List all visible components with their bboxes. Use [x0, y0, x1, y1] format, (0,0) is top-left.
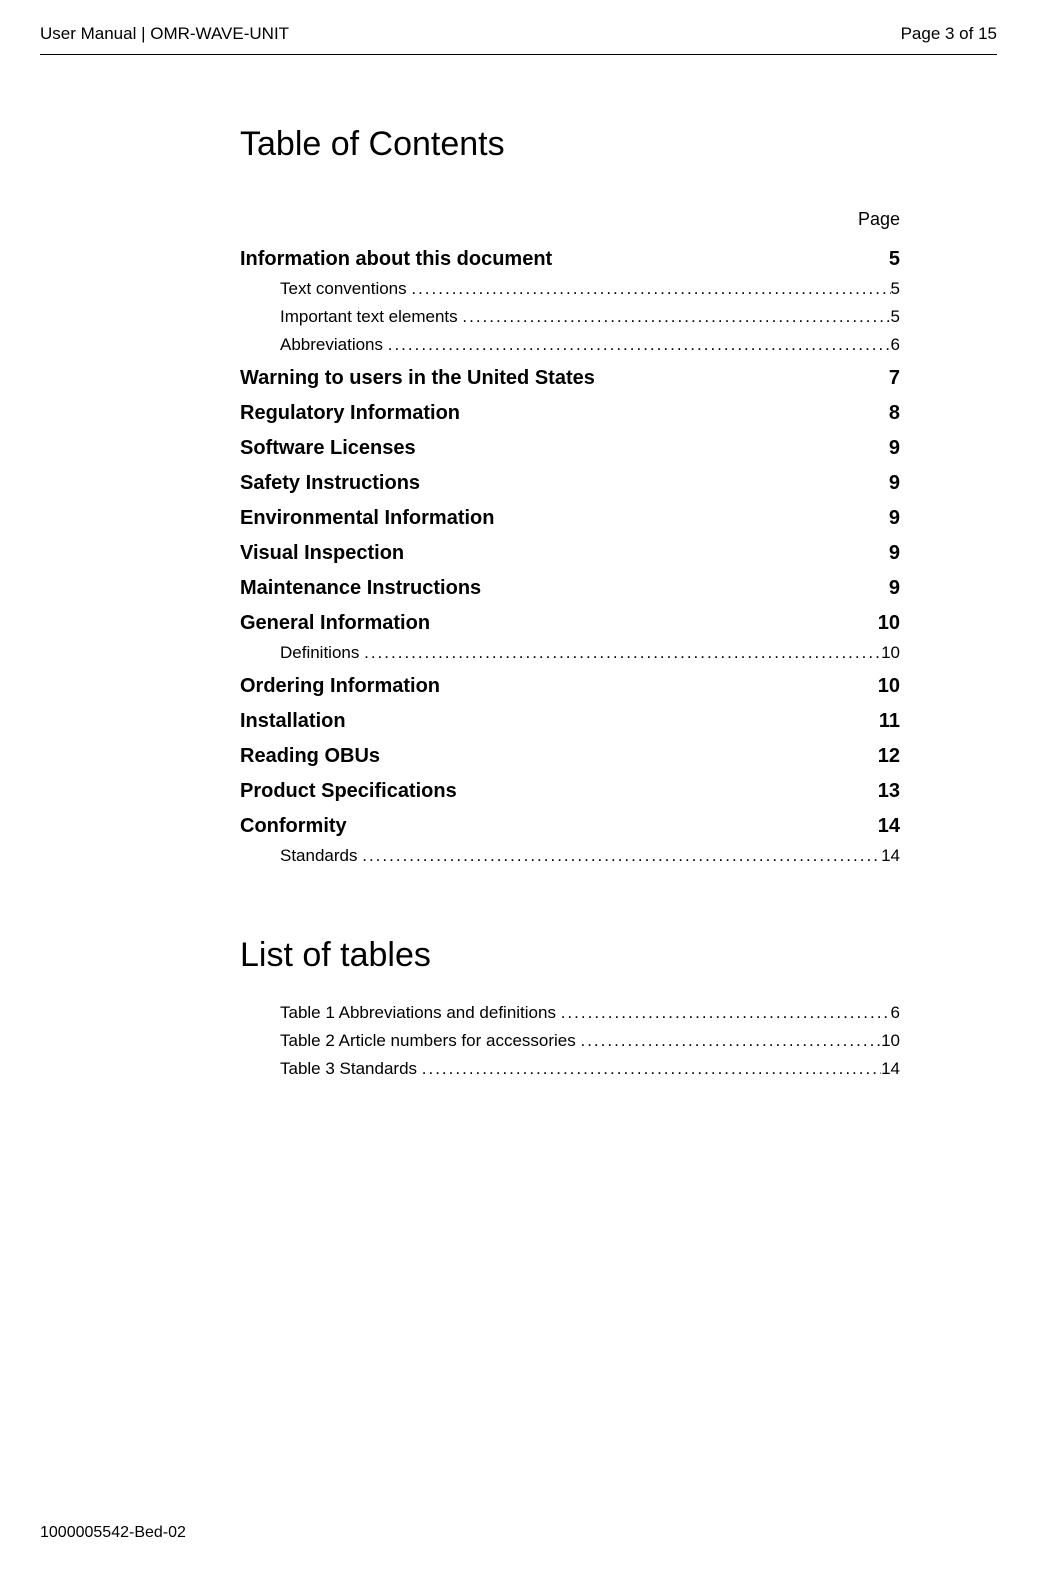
- toc-section[interactable]: Conformity 14: [240, 815, 900, 838]
- toc-section[interactable]: General Information 10: [240, 612, 900, 635]
- toc-section-page: 10: [878, 612, 900, 635]
- toc-section-page: 14: [878, 815, 900, 838]
- toc-sub-title: Standards: [280, 846, 362, 866]
- toc-sub-page: 5: [891, 279, 900, 299]
- toc-dots: [422, 1059, 881, 1079]
- toc-section-title: Reading OBUs: [240, 745, 380, 768]
- toc-body: Information about this document5Text con…: [240, 248, 900, 866]
- toc-section-title: Safety Instructions: [240, 472, 420, 495]
- toc-sub-title: Text conventions: [280, 279, 411, 299]
- toc-section-title: General Information: [240, 612, 430, 635]
- toc-sub-entry[interactable]: Text conventions 5: [280, 279, 900, 299]
- toc-page-label: Page: [240, 209, 900, 230]
- toc-sub-entry[interactable]: Abbreviations 6: [280, 335, 900, 355]
- toc-section[interactable]: Visual Inspection 9: [240, 542, 900, 565]
- toc-sub-page: 6: [891, 335, 900, 355]
- toc-sub-page: 5: [891, 307, 900, 327]
- toc-section-title: Warning to users in the United States: [240, 367, 595, 390]
- toc-section-title: Environmental Information: [240, 507, 494, 530]
- header-left: User Manual | OMR-WAVE-UNIT: [40, 24, 289, 44]
- page-footer: 1000005542-Bed-02: [40, 1524, 186, 1542]
- toc-section-title: Visual Inspection: [240, 542, 404, 565]
- toc-section-page: 8: [889, 402, 900, 425]
- toc-dots: [580, 1031, 881, 1051]
- toc-section[interactable]: Product Specifications 13: [240, 780, 900, 803]
- toc-title: Table of Contents: [240, 125, 900, 164]
- toc-section-title: Conformity: [240, 815, 347, 838]
- toc-section-page: 13: [878, 780, 900, 803]
- toc-section-page: 9: [889, 507, 900, 530]
- main-content: Table of Contents Page Information about…: [240, 125, 900, 1079]
- toc-sub-title: Abbreviations: [280, 335, 388, 355]
- toc-section[interactable]: Warning to users in the United States 7: [240, 367, 900, 390]
- toc-section-title: Ordering Information: [240, 675, 440, 698]
- toc-sub-title: Important text elements: [280, 307, 462, 327]
- toc-sub-entry[interactable]: Definitions 10: [280, 643, 900, 663]
- toc-section[interactable]: Software Licenses 9: [240, 437, 900, 460]
- toc-dots: [411, 279, 890, 299]
- list-of-tables-body: Table 1 Abbreviations and definitions 6T…: [240, 1003, 900, 1079]
- toc-section-page: 9: [889, 472, 900, 495]
- toc-section-page: 7: [889, 367, 900, 390]
- toc-section-title: Maintenance Instructions: [240, 577, 481, 600]
- lot-entry-title: Table 1 Abbreviations and definitions: [280, 1003, 561, 1023]
- toc-section-page: 5: [889, 248, 900, 271]
- toc-section[interactable]: Maintenance Instructions 9: [240, 577, 900, 600]
- list-of-tables-title: List of tables: [240, 936, 900, 975]
- lot-entry[interactable]: Table 1 Abbreviations and definitions 6: [280, 1003, 900, 1023]
- toc-section-title: Regulatory Information: [240, 402, 460, 425]
- toc-section-page: 9: [889, 437, 900, 460]
- toc-section-title: Software Licenses: [240, 437, 416, 460]
- toc-sub-entry[interactable]: Standards 14: [280, 846, 900, 866]
- toc-dots: [462, 307, 890, 327]
- toc-section-title: Information about this document: [240, 248, 552, 271]
- toc-section-page: 11: [879, 710, 900, 733]
- toc-sub-page: 10: [881, 643, 900, 663]
- toc-dots: [388, 335, 891, 355]
- toc-sub-entry[interactable]: Important text elements 5: [280, 307, 900, 327]
- lot-entry-title: Table 3 Standards: [280, 1059, 422, 1079]
- toc-section-page: 12: [878, 745, 900, 768]
- toc-dots: [364, 643, 881, 663]
- toc-section[interactable]: Safety Instructions 9: [240, 472, 900, 495]
- toc-section[interactable]: Reading OBUs 12: [240, 745, 900, 768]
- toc-dots: [362, 846, 881, 866]
- toc-section-title: Installation: [240, 710, 346, 733]
- toc-sub-title: Definitions: [280, 643, 364, 663]
- toc-section[interactable]: Information about this document 5: [240, 248, 900, 271]
- lot-entry-title: Table 2 Article numbers for accessories: [280, 1031, 580, 1051]
- toc-section-page: 9: [889, 542, 900, 565]
- lot-entry[interactable]: Table 2 Article numbers for accessories …: [280, 1031, 900, 1051]
- toc-section[interactable]: Ordering Information 10: [240, 675, 900, 698]
- toc-section[interactable]: Installation 11: [240, 710, 900, 733]
- toc-dots: [561, 1003, 891, 1023]
- toc-section-page: 9: [889, 577, 900, 600]
- toc-section[interactable]: Environmental Information 9: [240, 507, 900, 530]
- page-header: User Manual | OMR-WAVE-UNIT Page 3 of 15: [40, 24, 997, 55]
- lot-entry-page: 14: [881, 1059, 900, 1079]
- header-right: Page 3 of 15: [901, 24, 997, 44]
- toc-section-title: Product Specifications: [240, 780, 457, 803]
- lot-entry[interactable]: Table 3 Standards 14: [280, 1059, 900, 1079]
- lot-entry-page: 10: [881, 1031, 900, 1051]
- lot-entry-page: 6: [891, 1003, 900, 1023]
- toc-section-page: 10: [878, 675, 900, 698]
- toc-sub-page: 14: [881, 846, 900, 866]
- toc-section[interactable]: Regulatory Information 8: [240, 402, 900, 425]
